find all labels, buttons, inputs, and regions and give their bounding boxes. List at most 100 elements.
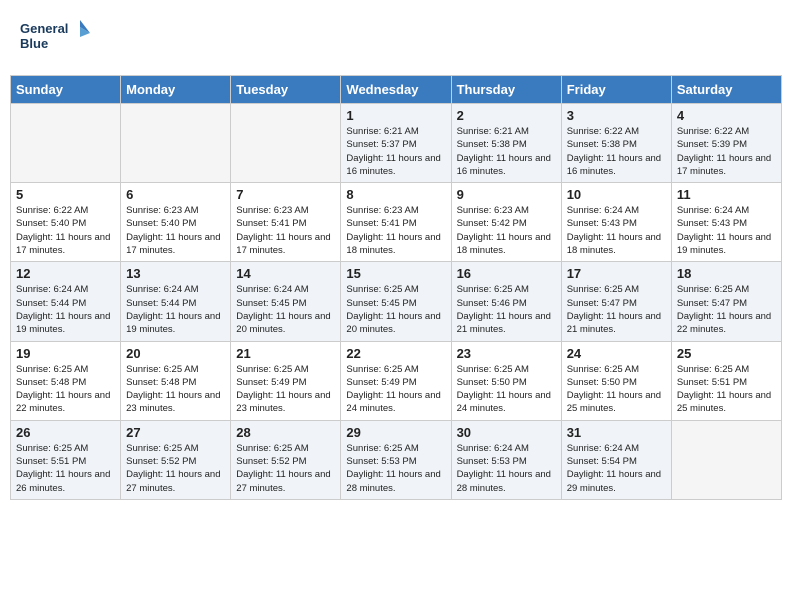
calendar-day-cell: 24 Sunrise: 6:25 AMSunset: 5:50 PMDayligh… bbox=[561, 341, 671, 420]
calendar-day-cell: 8 Sunrise: 6:23 AMSunset: 5:41 PMDaylight… bbox=[341, 183, 451, 262]
calendar-header-cell: Wednesday bbox=[341, 76, 451, 104]
calendar-day-cell: 21 Sunrise: 6:25 AMSunset: 5:49 PMDayligh… bbox=[231, 341, 341, 420]
day-number: 8 bbox=[346, 187, 445, 202]
day-number: 20 bbox=[126, 346, 225, 361]
calendar-week-row: 12 Sunrise: 6:24 AMSunset: 5:44 PMDayligh… bbox=[11, 262, 782, 341]
calendar-day-cell: 30 Sunrise: 6:24 AMSunset: 5:53 PMDayligh… bbox=[451, 420, 561, 499]
day-number: 13 bbox=[126, 266, 225, 281]
day-info: Sunrise: 6:21 AMSunset: 5:37 PMDaylight:… bbox=[346, 125, 445, 178]
day-number: 15 bbox=[346, 266, 445, 281]
calendar-day-cell: 1 Sunrise: 6:21 AMSunset: 5:37 PMDaylight… bbox=[341, 104, 451, 183]
day-number: 11 bbox=[677, 187, 776, 202]
day-number: 6 bbox=[126, 187, 225, 202]
day-info: Sunrise: 6:23 AMSunset: 5:41 PMDaylight:… bbox=[346, 204, 445, 257]
svg-text:Blue: Blue bbox=[20, 36, 48, 51]
day-number: 16 bbox=[457, 266, 556, 281]
day-number: 19 bbox=[16, 346, 115, 361]
day-info: Sunrise: 6:25 AMSunset: 5:50 PMDaylight:… bbox=[457, 363, 556, 416]
calendar-day-cell bbox=[671, 420, 781, 499]
day-number: 26 bbox=[16, 425, 115, 440]
day-info: Sunrise: 6:25 AMSunset: 5:49 PMDaylight:… bbox=[236, 363, 335, 416]
day-info: Sunrise: 6:22 AMSunset: 5:39 PMDaylight:… bbox=[677, 125, 776, 178]
calendar-day-cell: 31 Sunrise: 6:24 AMSunset: 5:54 PMDayligh… bbox=[561, 420, 671, 499]
calendar-header-row: SundayMondayTuesdayWednesdayThursdayFrid… bbox=[11, 76, 782, 104]
day-info: Sunrise: 6:25 AMSunset: 5:52 PMDaylight:… bbox=[236, 442, 335, 495]
day-number: 23 bbox=[457, 346, 556, 361]
day-number: 10 bbox=[567, 187, 666, 202]
calendar-header-cell: Sunday bbox=[11, 76, 121, 104]
day-info: Sunrise: 6:24 AMSunset: 5:53 PMDaylight:… bbox=[457, 442, 556, 495]
day-number: 30 bbox=[457, 425, 556, 440]
calendar-day-cell: 4 Sunrise: 6:22 AMSunset: 5:39 PMDaylight… bbox=[671, 104, 781, 183]
day-number: 22 bbox=[346, 346, 445, 361]
day-number: 27 bbox=[126, 425, 225, 440]
calendar-day-cell: 26 Sunrise: 6:25 AMSunset: 5:51 PMDayligh… bbox=[11, 420, 121, 499]
day-info: Sunrise: 6:24 AMSunset: 5:44 PMDaylight:… bbox=[126, 283, 225, 336]
day-number: 5 bbox=[16, 187, 115, 202]
calendar-day-cell: 13 Sunrise: 6:24 AMSunset: 5:44 PMDayligh… bbox=[121, 262, 231, 341]
day-info: Sunrise: 6:24 AMSunset: 5:54 PMDaylight:… bbox=[567, 442, 666, 495]
day-number: 2 bbox=[457, 108, 556, 123]
calendar-day-cell: 22Sunrise: 6:25 AMSunset: 5:49 PMDayligh… bbox=[341, 341, 451, 420]
calendar-day-cell: 10Sunrise: 6:24 AMSunset: 5:43 PMDayligh… bbox=[561, 183, 671, 262]
day-number: 1 bbox=[346, 108, 445, 123]
day-number: 31 bbox=[567, 425, 666, 440]
calendar-week-row: 1 Sunrise: 6:21 AMSunset: 5:37 PMDaylight… bbox=[11, 104, 782, 183]
calendar-body: 1 Sunrise: 6:21 AMSunset: 5:37 PMDaylight… bbox=[11, 104, 782, 500]
day-info: Sunrise: 6:24 AMSunset: 5:45 PMDaylight:… bbox=[236, 283, 335, 336]
calendar-day-cell: 19 Sunrise: 6:25 AMSunset: 5:48 PMDayligh… bbox=[11, 341, 121, 420]
calendar-header-cell: Thursday bbox=[451, 76, 561, 104]
calendar-day-cell: 20 Sunrise: 6:25 AMSunset: 5:48 PMDayligh… bbox=[121, 341, 231, 420]
calendar-week-row: 19 Sunrise: 6:25 AMSunset: 5:48 PMDayligh… bbox=[11, 341, 782, 420]
day-info: Sunrise: 6:25 AMSunset: 5:48 PMDaylight:… bbox=[16, 363, 115, 416]
day-info: Sunrise: 6:24 AMSunset: 5:44 PMDaylight:… bbox=[16, 283, 115, 336]
day-number: 17 bbox=[567, 266, 666, 281]
logo-svg: General Blue bbox=[20, 15, 90, 60]
calendar-day-cell: 16Sunrise: 6:25 AMSunset: 5:46 PMDayligh… bbox=[451, 262, 561, 341]
day-number: 4 bbox=[677, 108, 776, 123]
calendar-day-cell: 5 Sunrise: 6:22 AMSunset: 5:40 PMDaylight… bbox=[11, 183, 121, 262]
page-header: General Blue bbox=[10, 10, 782, 65]
calendar-day-cell: 28Sunrise: 6:25 AMSunset: 5:52 PMDayligh… bbox=[231, 420, 341, 499]
day-info: Sunrise: 6:24 AMSunset: 5:43 PMDaylight:… bbox=[677, 204, 776, 257]
calendar-week-row: 5 Sunrise: 6:22 AMSunset: 5:40 PMDaylight… bbox=[11, 183, 782, 262]
day-number: 18 bbox=[677, 266, 776, 281]
calendar-day-cell: 27 Sunrise: 6:25 AMSunset: 5:52 PMDayligh… bbox=[121, 420, 231, 499]
day-info: Sunrise: 6:25 AMSunset: 5:52 PMDaylight:… bbox=[126, 442, 225, 495]
day-number: 3 bbox=[567, 108, 666, 123]
day-number: 21 bbox=[236, 346, 335, 361]
day-number: 7 bbox=[236, 187, 335, 202]
day-info: Sunrise: 6:21 AMSunset: 5:38 PMDaylight:… bbox=[457, 125, 556, 178]
day-number: 29 bbox=[346, 425, 445, 440]
calendar-header-cell: Monday bbox=[121, 76, 231, 104]
calendar-day-cell: 14 Sunrise: 6:24 AMSunset: 5:45 PMDayligh… bbox=[231, 262, 341, 341]
day-info: Sunrise: 6:23 AMSunset: 5:41 PMDaylight:… bbox=[236, 204, 335, 257]
day-info: Sunrise: 6:25 AMSunset: 5:53 PMDaylight:… bbox=[346, 442, 445, 495]
day-number: 9 bbox=[457, 187, 556, 202]
calendar-header-cell: Tuesday bbox=[231, 76, 341, 104]
calendar-day-cell: 12 Sunrise: 6:24 AMSunset: 5:44 PMDayligh… bbox=[11, 262, 121, 341]
calendar-day-cell: 11 Sunrise: 6:24 AMSunset: 5:43 PMDayligh… bbox=[671, 183, 781, 262]
logo[interactable]: General Blue bbox=[20, 15, 90, 60]
day-info: Sunrise: 6:25 AMSunset: 5:51 PMDaylight:… bbox=[677, 363, 776, 416]
day-info: Sunrise: 6:22 AMSunset: 5:38 PMDaylight:… bbox=[567, 125, 666, 178]
day-info: Sunrise: 6:25 AMSunset: 5:47 PMDaylight:… bbox=[567, 283, 666, 336]
calendar-day-cell bbox=[11, 104, 121, 183]
calendar-day-cell bbox=[231, 104, 341, 183]
calendar-header-cell: Saturday bbox=[671, 76, 781, 104]
day-number: 12 bbox=[16, 266, 115, 281]
calendar-day-cell: 2 Sunrise: 6:21 AMSunset: 5:38 PMDaylight… bbox=[451, 104, 561, 183]
svg-text:General: General bbox=[20, 21, 68, 36]
calendar-day-cell: 25 Sunrise: 6:25 AMSunset: 5:51 PMDayligh… bbox=[671, 341, 781, 420]
day-number: 25 bbox=[677, 346, 776, 361]
calendar-day-cell: 7 Sunrise: 6:23 AMSunset: 5:41 PMDaylight… bbox=[231, 183, 341, 262]
day-info: Sunrise: 6:25 AMSunset: 5:51 PMDaylight:… bbox=[16, 442, 115, 495]
day-info: Sunrise: 6:22 AMSunset: 5:40 PMDaylight:… bbox=[16, 204, 115, 257]
day-number: 24 bbox=[567, 346, 666, 361]
day-info: Sunrise: 6:25 AMSunset: 5:45 PMDaylight:… bbox=[346, 283, 445, 336]
day-info: Sunrise: 6:25 AMSunset: 5:50 PMDaylight:… bbox=[567, 363, 666, 416]
day-number: 14 bbox=[236, 266, 335, 281]
day-info: Sunrise: 6:25 AMSunset: 5:48 PMDaylight:… bbox=[126, 363, 225, 416]
day-info: Sunrise: 6:25 AMSunset: 5:47 PMDaylight:… bbox=[677, 283, 776, 336]
calendar-header-cell: Friday bbox=[561, 76, 671, 104]
